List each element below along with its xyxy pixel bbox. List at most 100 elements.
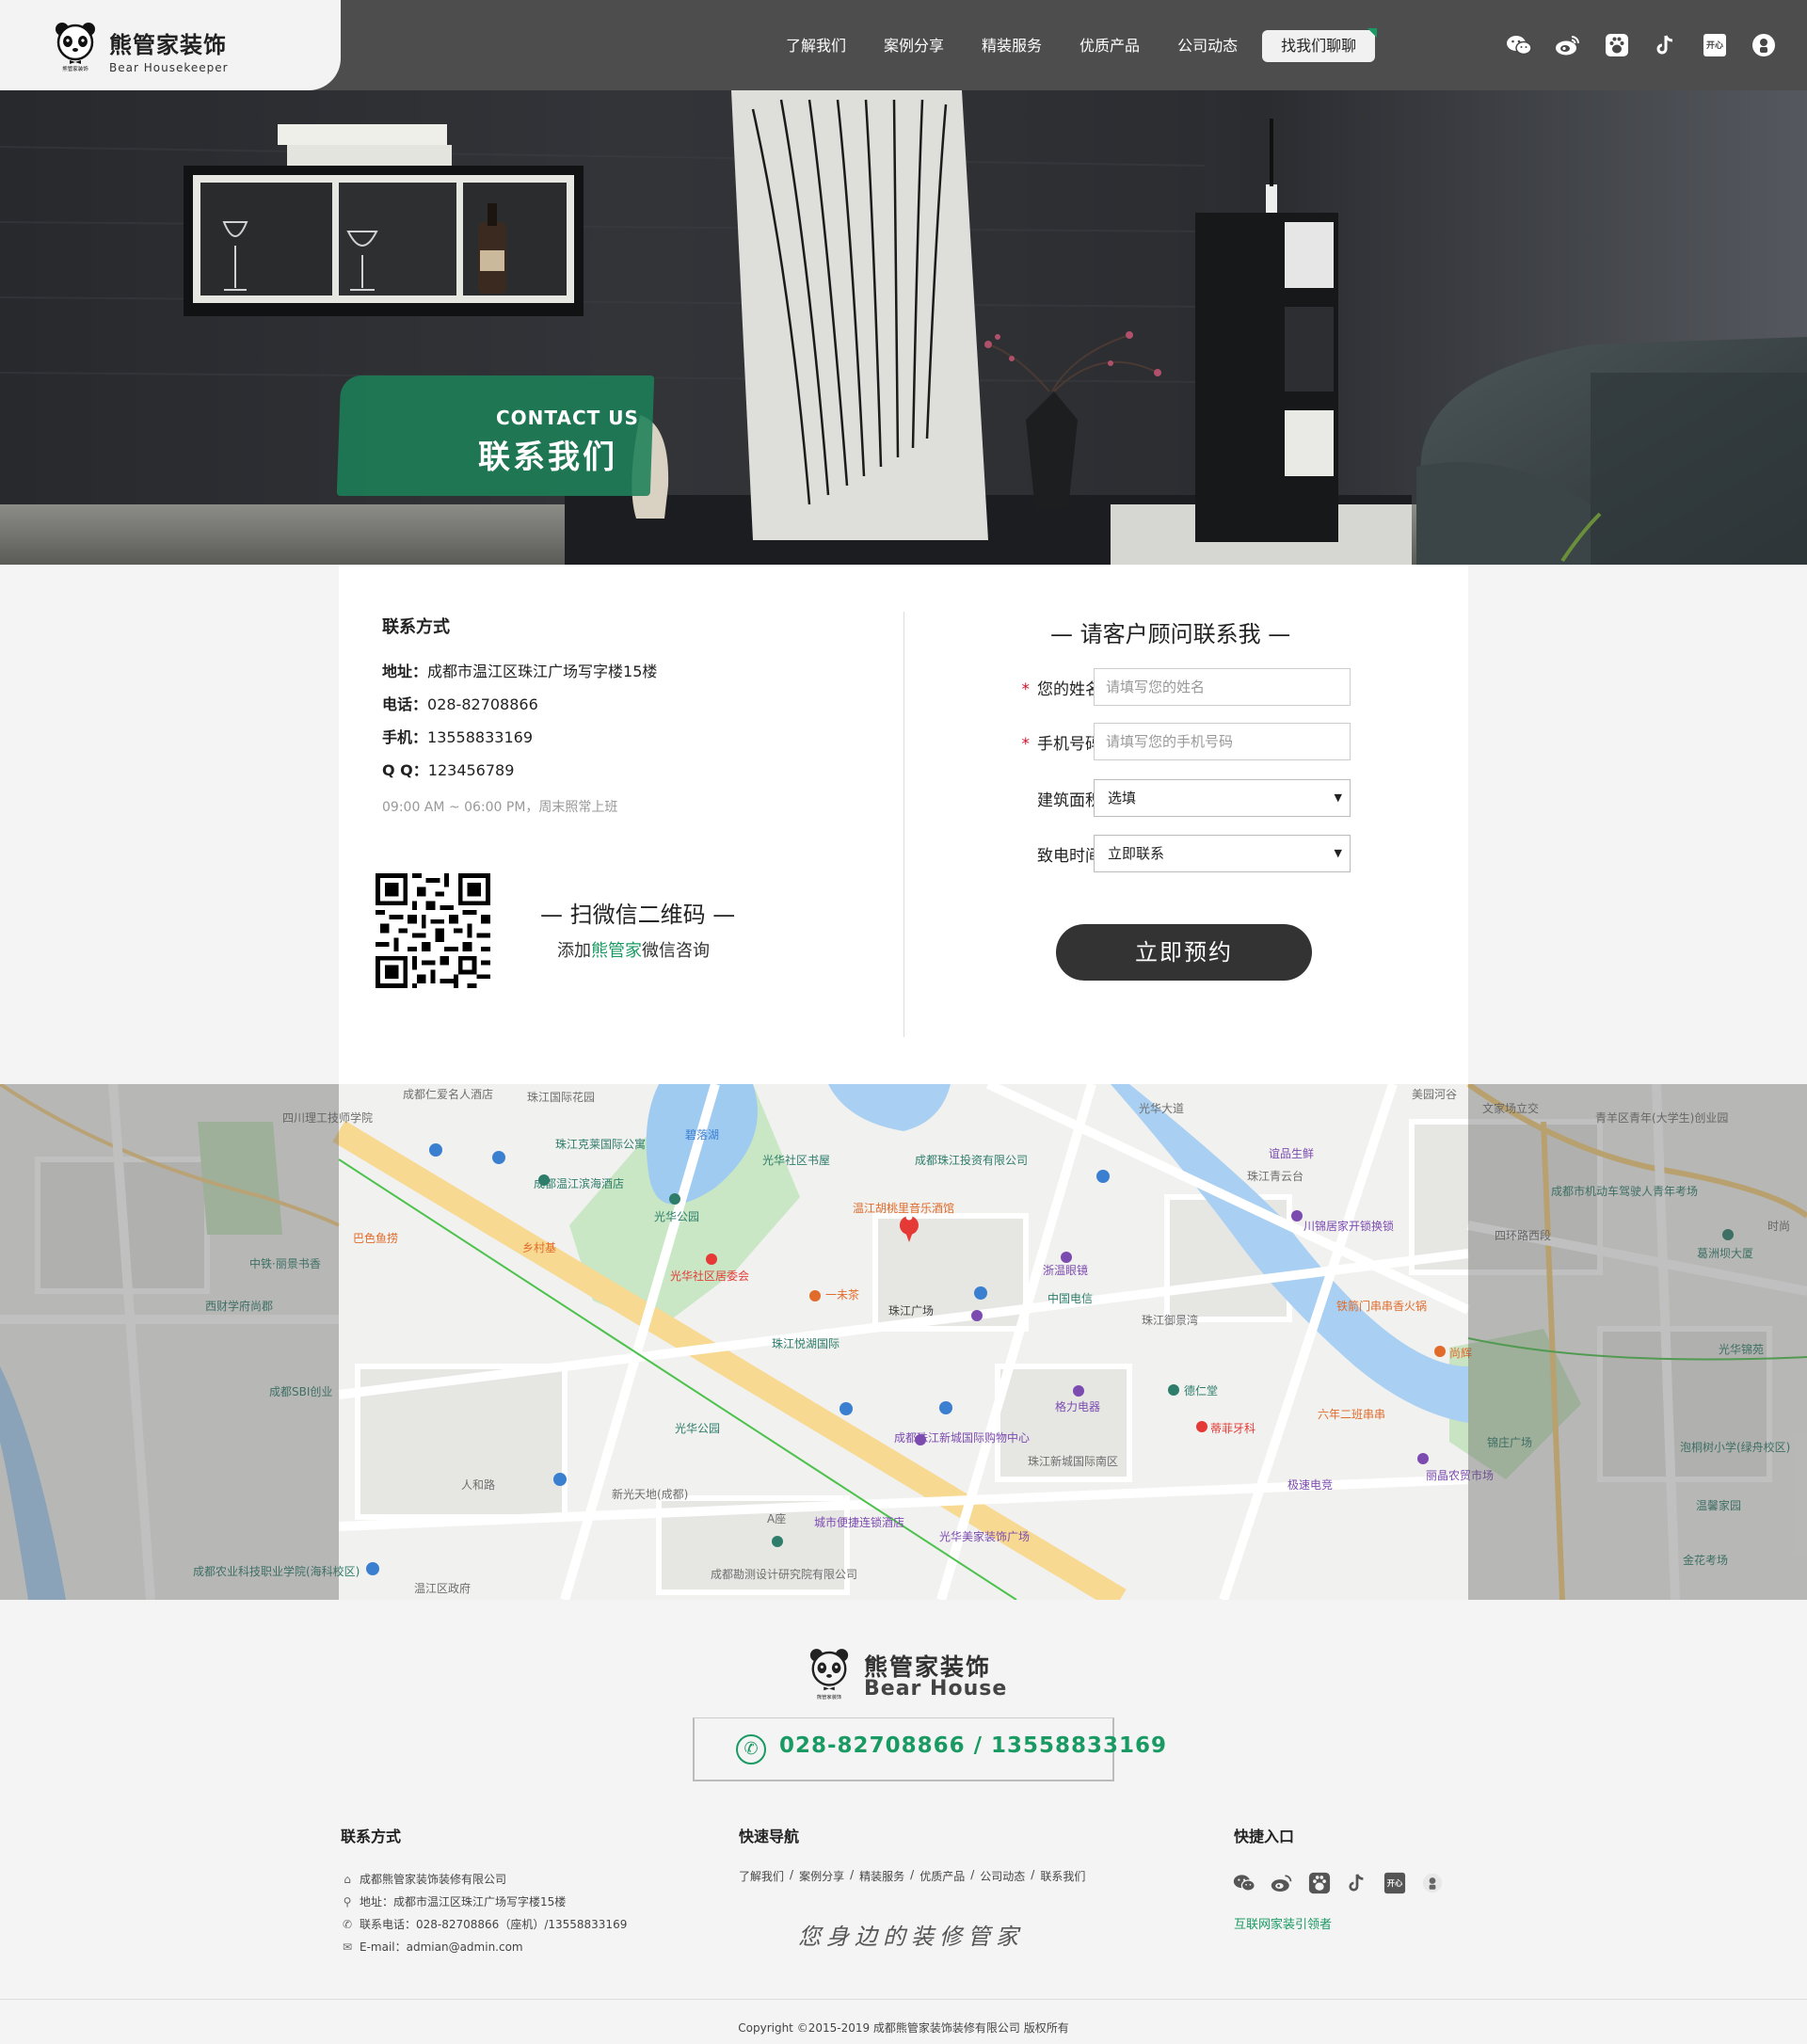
interior-photo — [0, 90, 1807, 565]
map-label: 光华美家装饰广场 — [939, 1529, 1030, 1543]
map-label: 一未茶 — [825, 1287, 859, 1301]
main-nav: 了解我们 案例分享 精装服务 优质产品 公司动态 找我们聊聊 — [767, 28, 1378, 62]
map-label: 光华社区居委会 — [670, 1269, 749, 1283]
footer-nav-services[interactable]: 精装服务 — [859, 1868, 904, 1884]
name-input[interactable] — [1094, 668, 1351, 706]
footer-tagline: 互联网家装引领者 — [1234, 1918, 1333, 1932]
phone-icon: ✆ — [736, 1734, 766, 1765]
map-label: 川锦居家开锁换锁 — [1303, 1219, 1394, 1233]
location-icon: ⚲ — [343, 1894, 352, 1908]
toutiao-icon[interactable] — [1421, 1872, 1444, 1894]
map-label: 六年二班串串 — [1318, 1408, 1385, 1421]
baidu-paw-icon[interactable] — [1308, 1872, 1331, 1894]
qr-title: — 扫微信二维码 — — [540, 902, 736, 928]
map-label: 珠江青云台 — [1247, 1169, 1303, 1183]
nav-contact[interactable]: 找我们聊聊 — [1262, 28, 1378, 62]
logo[interactable]: 熊管家装饰 熊管家装饰 Bear Housekeeper — [0, 0, 341, 90]
map-label: 极速电竞 — [1287, 1478, 1333, 1492]
wechat-icon[interactable] — [1233, 1872, 1255, 1894]
phone-line: 电话：028-82708866 — [382, 695, 538, 713]
map-label: 格力电器 — [1055, 1399, 1100, 1413]
panda-logo-icon: 熊管家装饰 — [809, 1649, 849, 1701]
call-time-select[interactable]: 立即联系 ▼ — [1094, 835, 1351, 872]
footer-nav-news[interactable]: 公司动态 — [980, 1868, 1025, 1884]
footer-nav-about[interactable]: 了解我们 — [739, 1868, 784, 1884]
book-now-button[interactable]: 立即预约 — [1056, 924, 1312, 981]
map-label: 新光天地(成都) — [612, 1487, 688, 1501]
baidu-paw-icon[interactable] — [1604, 32, 1630, 58]
footer-contact-title: 联系方式 — [341, 1828, 402, 1845]
kaixin-icon[interactable]: 开心 — [1702, 32, 1728, 58]
header-social-links: 开心 — [1506, 32, 1777, 58]
svg-text:开心: 开心 — [1706, 40, 1723, 51]
hero-banner: CONTACT US 联系我们 — [0, 90, 1807, 565]
footer-phone-line: ✆ 联系电话：028-82708866（座机）/13558833169 — [342, 1917, 628, 1932]
wechat-qr-code — [376, 873, 490, 988]
area-label: 建筑面积 — [1037, 791, 1101, 810]
footer-nav-products[interactable]: 优质产品 — [919, 1868, 965, 1884]
nav-services[interactable]: 精装服务 — [963, 30, 1061, 62]
time-label: 致电时间 — [1037, 847, 1101, 866]
weibo-icon[interactable] — [1555, 32, 1581, 58]
map-label: 光华公园 — [654, 1210, 699, 1223]
map-label: 温江胡桃里音乐酒馆 — [853, 1201, 954, 1215]
map-label: 成都珠江投资有限公司 — [915, 1153, 1028, 1167]
name-label: * 您的姓名 — [1021, 680, 1102, 699]
contact-section: 联系方式 地址：成都市温江区珠江广场写字楼15楼 电话：028-82708866… — [339, 565, 1468, 1084]
footer-phone-numbers: 028-82708866 / 13558833169 — [779, 1733, 1168, 1758]
footer-divider — [0, 1999, 1807, 2000]
contact-us-en: CONTACT US — [496, 407, 639, 429]
footer-company-line: ⌂ 成都熊管家装饰装修有限公司 — [341, 1871, 506, 1887]
map-label: 乡村基 — [522, 1241, 556, 1254]
location-map[interactable]: 珠江国际花园 碧落湖 光华社区书屋 成都珠江投资有限公司 温江胡桃里音乐酒馆 光… — [0, 1084, 1807, 1600]
footer-nav-cases[interactable]: 案例分享 — [799, 1868, 844, 1884]
douyin-icon[interactable] — [1346, 1872, 1368, 1894]
contact-us-cn: 联系我们 — [478, 439, 617, 476]
nav-news[interactable]: 公司动态 — [1159, 30, 1256, 62]
weibo-icon[interactable] — [1271, 1872, 1293, 1894]
map-label: 光华大道 — [1139, 1102, 1184, 1115]
map-label: 珠江新城国际南区 — [1028, 1454, 1118, 1468]
phone-icon: ✆ — [342, 1917, 353, 1931]
phone-label: * 手机号码 — [1021, 735, 1102, 754]
svg-text:熊管家装饰: 熊管家装饰 — [62, 65, 88, 72]
map-label: 人和路 — [461, 1477, 495, 1492]
map-label: 成都勘测设计研究院有限公司 — [711, 1567, 857, 1581]
map-label: A座 — [767, 1511, 786, 1525]
map-label: 德仁堂 — [1184, 1383, 1218, 1397]
qq-line: Q Q：123456789 — [382, 761, 515, 779]
douyin-icon[interactable] — [1653, 32, 1679, 58]
footer-slogan: 您身边的装修管家 — [798, 1924, 1024, 1950]
wechat-icon[interactable] — [1506, 32, 1532, 58]
phone-input[interactable] — [1094, 723, 1351, 760]
footer-email-line: ✉ E-mail：admian@admin.com — [342, 1940, 523, 1955]
map-shade-left — [0, 1084, 339, 1600]
map-label: 巴色鱼捞 — [353, 1232, 398, 1245]
mobile-line: 手机：13558833169 — [382, 728, 533, 746]
map-label: 珠江御景湾 — [1142, 1313, 1198, 1327]
form-title: — 请客户顾问联系我 — — [1050, 621, 1291, 647]
svg-text:熊管家装饰: 熊管家装饰 — [817, 1693, 841, 1701]
contact-info-title: 联系方式 — [382, 617, 450, 637]
address-line: 地址：成都市温江区珠江广场写字楼15楼 — [382, 663, 658, 680]
map-label: 珠江克莱国际公寓 — [555, 1137, 646, 1151]
qr-subtitle: 添加熊管家微信咨询 — [557, 941, 710, 961]
footer-nav-contact[interactable]: 联系我们 — [1040, 1868, 1085, 1884]
map-label: 蒂菲牙科 — [1210, 1422, 1255, 1435]
logo-title: 熊管家装饰 — [109, 32, 227, 58]
map-label: 城市便捷连锁酒店 — [814, 1515, 904, 1529]
nav-about[interactable]: 了解我们 — [767, 30, 865, 62]
map-label: 珠江广场 — [888, 1304, 934, 1317]
map-label: 珠江国际花园 — [527, 1090, 595, 1104]
svg-text:开心: 开心 — [1387, 1878, 1403, 1888]
kaixin-icon[interactable]: 开心 — [1383, 1872, 1406, 1894]
toutiao-icon[interactable] — [1751, 32, 1777, 58]
site-footer: 熊管家装饰 熊管家装饰 Bear House ✆ 028-82708866 / … — [0, 1600, 1807, 2044]
footer-phone-banner: ✆ 028-82708866 / 13558833169 — [693, 1717, 1166, 1781]
chevron-down-icon: ▼ — [1334, 847, 1342, 859]
nav-cases[interactable]: 案例分享 — [865, 30, 963, 62]
nav-products[interactable]: 优质产品 — [1061, 30, 1159, 62]
home-icon: ⌂ — [344, 1872, 351, 1886]
panda-logo-icon: 熊管家装饰 — [56, 23, 95, 72]
area-select[interactable]: 选填 ▼ — [1094, 779, 1351, 817]
